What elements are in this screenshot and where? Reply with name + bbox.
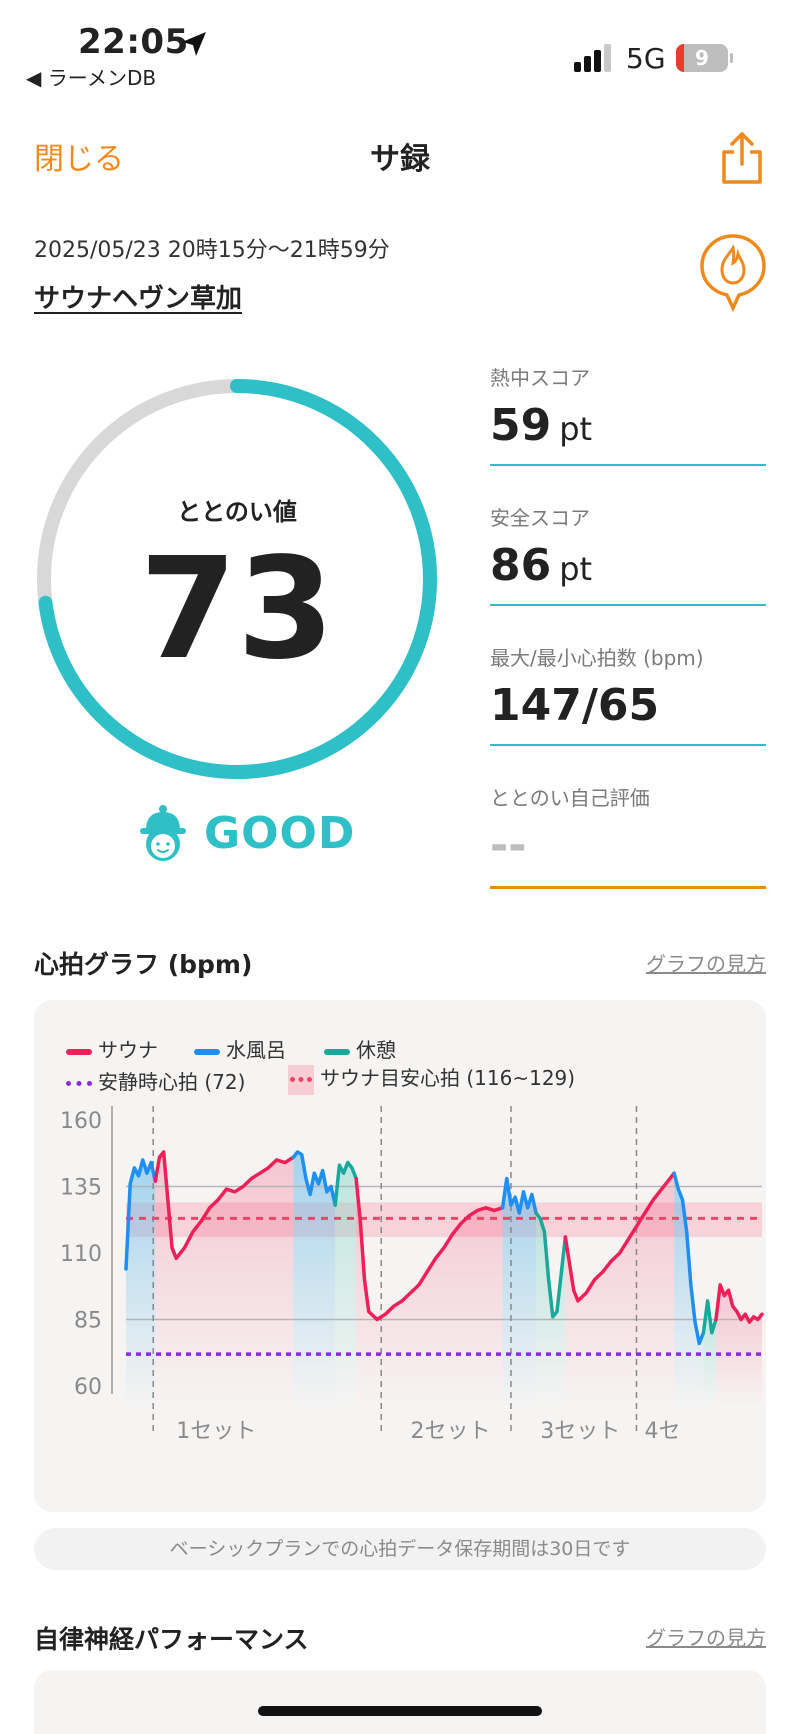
session-date-range: 2025/05/23 20時15分〜21時59分 xyxy=(34,238,390,263)
share-icon[interactable] xyxy=(718,130,766,186)
fire-badge-icon[interactable] xyxy=(698,232,768,312)
home-indicator[interactable] xyxy=(258,1706,542,1716)
metric-value: 86 pt xyxy=(490,540,593,591)
metric-self-rating[interactable]: ととのい自己評価 -- xyxy=(490,782,766,910)
line-rest-9 xyxy=(701,1299,718,1335)
metric-heart-rate-range: 最大/最小心拍数 (bpm) 147/65 xyxy=(490,642,766,770)
set-label: 4セ xyxy=(644,1419,680,1444)
heart-graph-title: 心拍グラフ (bpm) xyxy=(34,950,253,979)
autonomic-how-to-link[interactable]: グラフの見方 xyxy=(646,1622,766,1651)
metric-label: 最大/最小心拍数 (bpm) xyxy=(490,646,704,670)
venue-link[interactable]: サウナヘヴン草加 xyxy=(34,278,242,315)
metric-heat-score: 熱中スコア 59 pt xyxy=(490,362,766,490)
set-label: 3セット xyxy=(540,1419,620,1444)
metric-label: 熱中スコア xyxy=(490,366,590,390)
battery-level: 9 xyxy=(695,46,709,70)
set-label: 2セット xyxy=(411,1419,491,1444)
y-tick-label: 85 xyxy=(74,1309,102,1334)
set-label: 1セット xyxy=(176,1419,256,1444)
metric-safety-score: 安全スコア 86 pt xyxy=(490,502,766,630)
mascot-icon xyxy=(140,805,186,861)
heart-graph-how-to-link[interactable]: グラフの見方 xyxy=(646,948,766,977)
y-tick-label: 135 xyxy=(60,1176,102,1201)
metric-label: 安全スコア xyxy=(490,506,590,530)
network-type: 5G xyxy=(626,42,666,75)
totonoi-label: ととのい値 xyxy=(177,498,297,526)
location-arrow-icon xyxy=(182,32,206,56)
autonomic-performance-title: 自律神経パフォーマンス xyxy=(34,1625,309,1654)
storage-notice: ベーシックプランでの心拍データ保存期間は30日です xyxy=(34,1528,766,1570)
nav-bar: 閉じる サ録 xyxy=(0,120,800,190)
area-sauna-10 xyxy=(715,1284,762,1408)
cellular-signal-icon xyxy=(574,44,611,72)
heart-rate-plot: 160 135 110 85 60 1セット 2セット 3セット 4セ xyxy=(60,1106,764,1444)
totonoi-grade: GOOD xyxy=(204,808,356,859)
heart-rate-chart: サウナ 水風呂 休憩 安静時心拍 (72) サウナ目安心拍 (116~129) … xyxy=(34,1000,766,1512)
area-rest-3 xyxy=(335,1162,357,1408)
metric-label: ととのい自己評価 xyxy=(490,786,650,810)
page-title: サ録 xyxy=(370,142,430,177)
totonoi-value: 73 xyxy=(139,528,335,691)
y-tick-label: 160 xyxy=(60,1109,102,1134)
battery-icon: 9 xyxy=(676,44,733,72)
metric-value: 147/65 xyxy=(490,680,660,731)
autonomic-performance-card xyxy=(34,1670,766,1734)
y-tick-label: 60 xyxy=(74,1375,102,1400)
back-to-app-link[interactable]: ◀ ラーメンDB xyxy=(26,62,156,91)
y-tick-label: 110 xyxy=(60,1242,102,1267)
status-time: 22:05 xyxy=(78,22,189,62)
status-bar: 22:05 ◀ ラーメンDB 5G 9 xyxy=(0,0,800,96)
metric-value: 59 pt xyxy=(490,400,593,451)
metric-value: -- xyxy=(490,820,527,871)
